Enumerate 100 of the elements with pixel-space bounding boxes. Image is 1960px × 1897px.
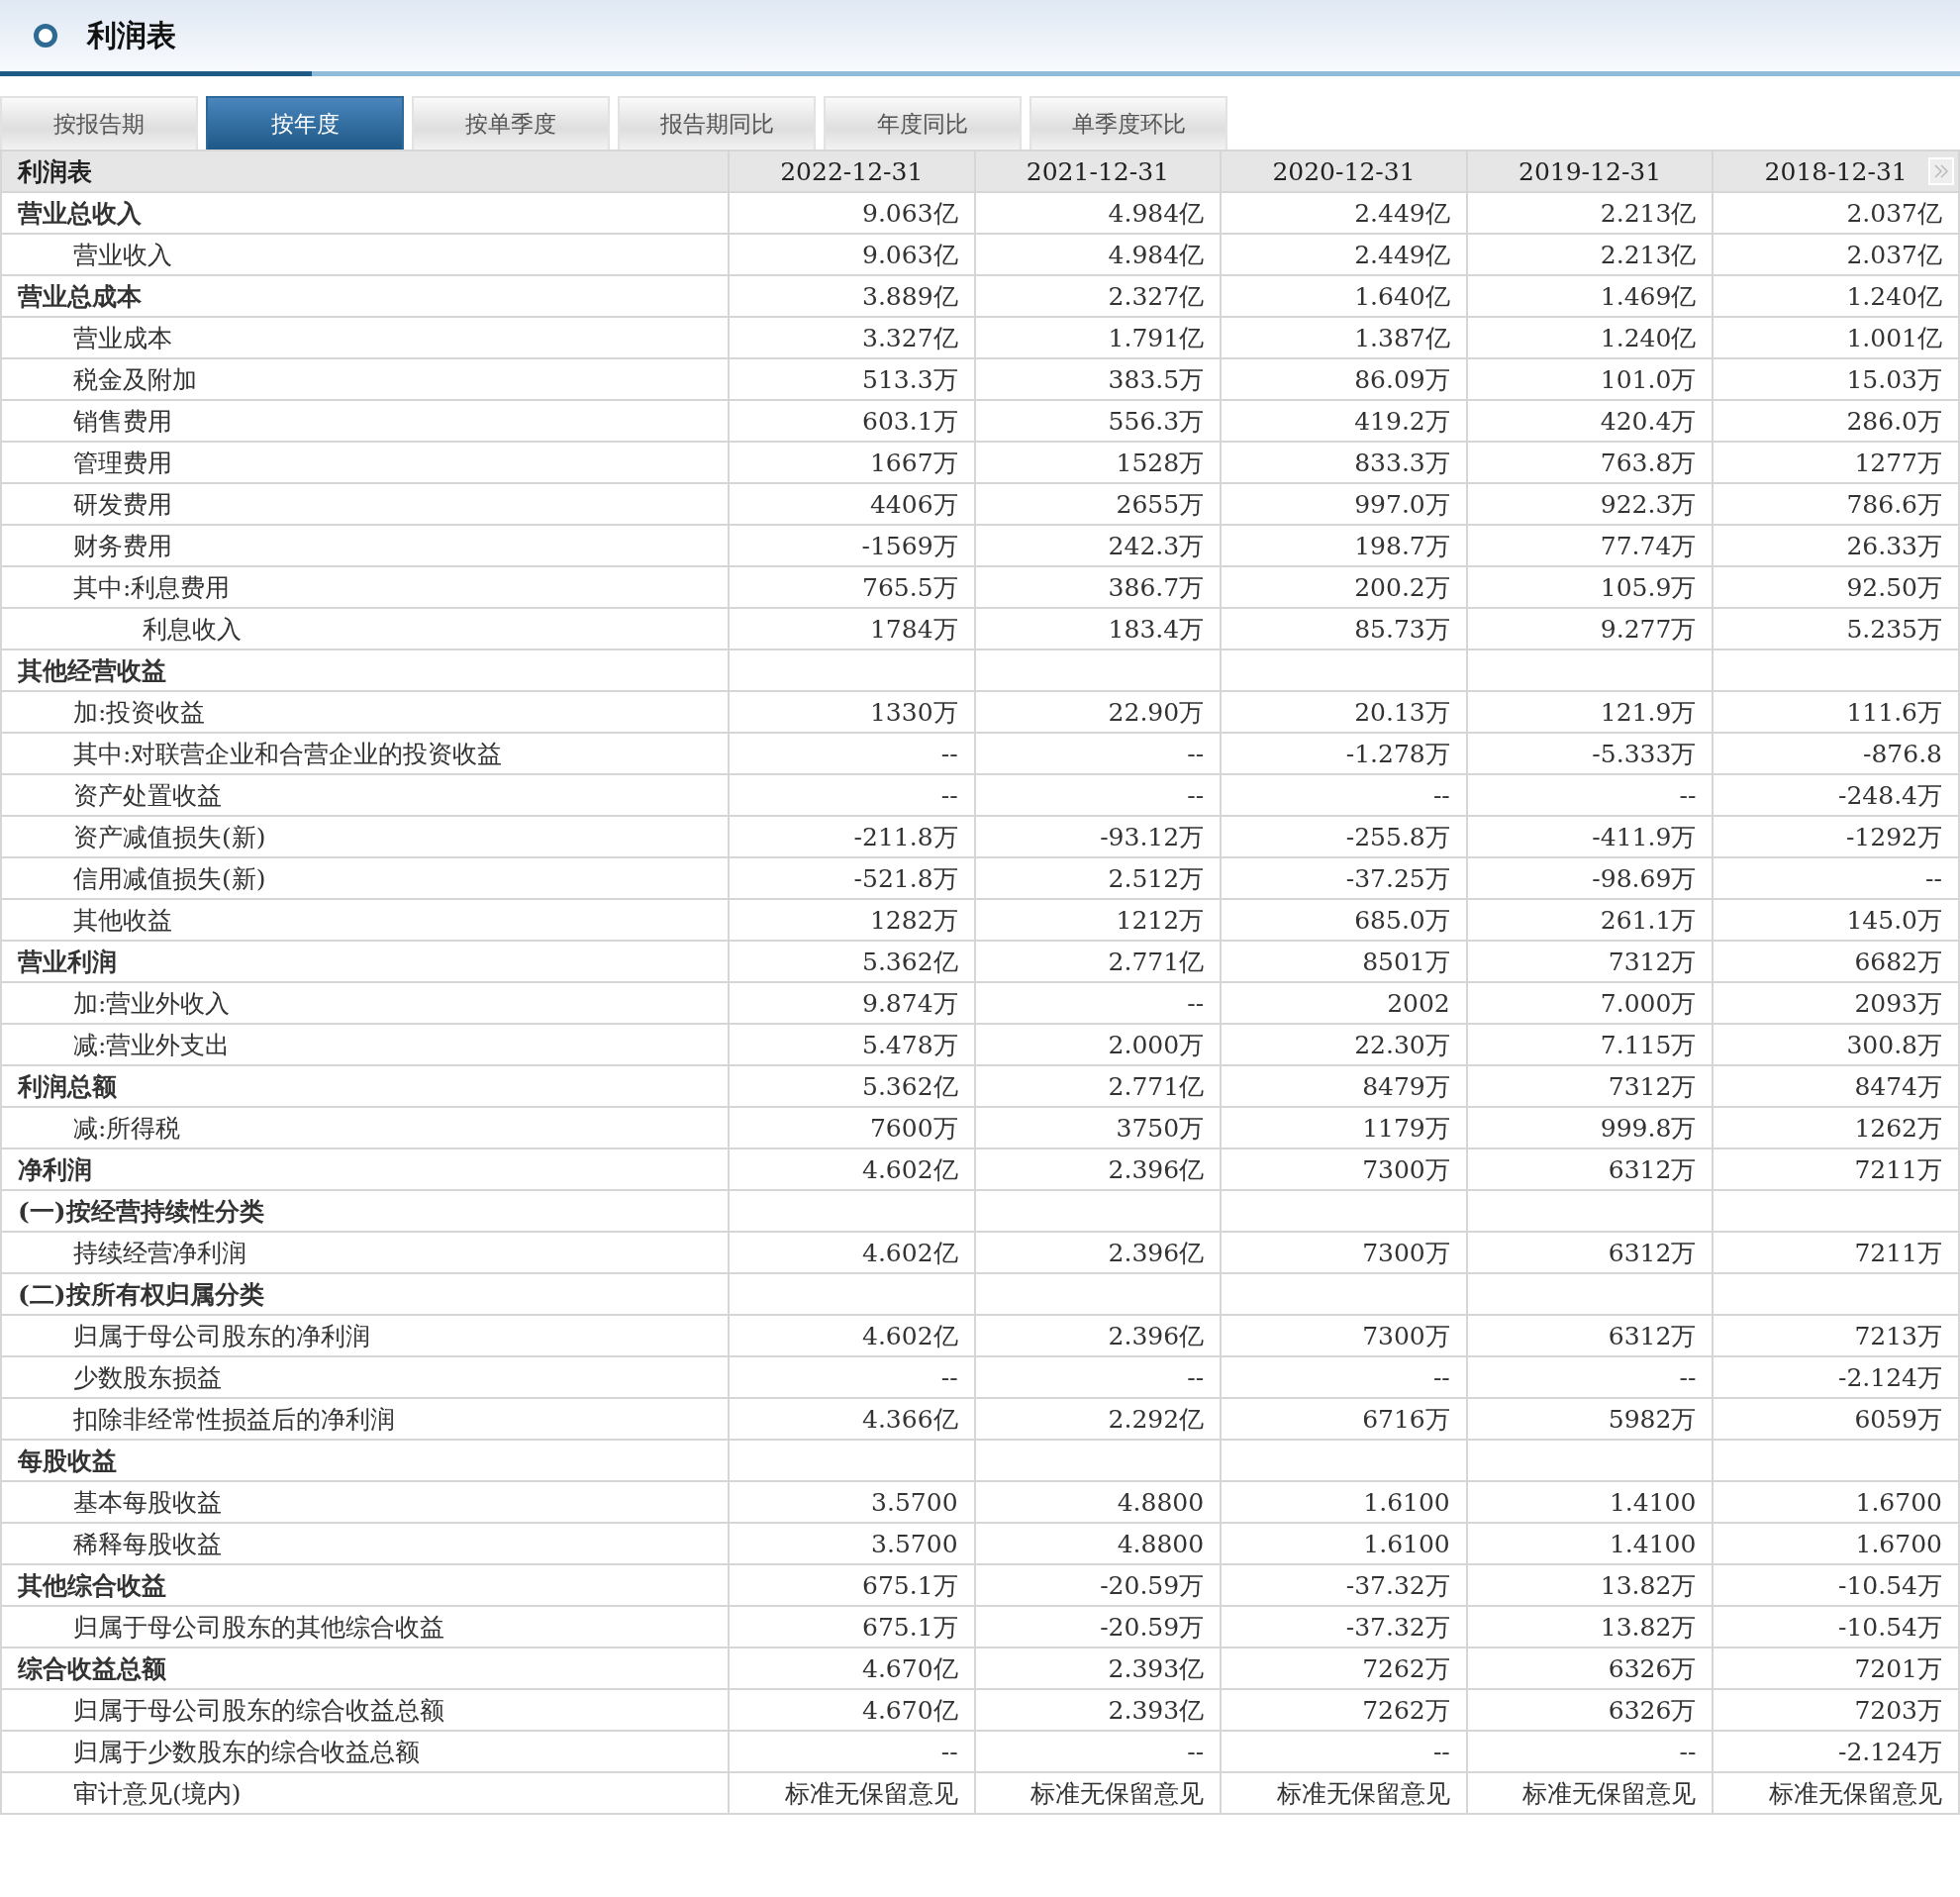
row-label: 销售费用 [1, 400, 729, 442]
row-label: 净利润 [1, 1148, 729, 1190]
table-cell: 3750万 [974, 1107, 1222, 1148]
table-cell: 2.396亿 [974, 1232, 1222, 1273]
next-page-button[interactable] [1928, 157, 1954, 185]
table-cell: 8501万 [1221, 941, 1467, 982]
table-cell: 4.602亿 [729, 1232, 975, 1273]
tab[interactable]: 年度同比 [824, 96, 1022, 150]
table-cell: 2.213亿 [1466, 234, 1714, 275]
table-cell: -- [729, 1731, 975, 1772]
tab[interactable]: 按报告期 [0, 96, 198, 150]
table-cell: 2.396亿 [974, 1148, 1222, 1190]
table-cell: 4.670亿 [729, 1689, 975, 1731]
row-label: (一)按经营持续性分类 [1, 1190, 729, 1232]
table-cell: 675.1万 [729, 1564, 975, 1606]
table-cell: 2.037亿 [1713, 234, 1959, 275]
table-cell: 7213万 [1713, 1315, 1959, 1356]
table-cell: 1277万 [1713, 442, 1959, 483]
row-label: 归属于母公司股东的净利润 [1, 1315, 729, 1356]
table-cell: 9.277万 [1466, 608, 1714, 649]
table-cell: 7201万 [1713, 1647, 1959, 1689]
tab[interactable]: 按单季度 [412, 96, 610, 150]
table-cell: 7300万 [1221, 1148, 1467, 1190]
table-cell: 1.240亿 [1466, 317, 1714, 358]
table-cell: 6326万 [1466, 1689, 1714, 1731]
row-label: 营业成本 [1, 317, 729, 358]
table-cell: 111.6万 [1713, 691, 1959, 733]
table-cell: 3.5700 [729, 1523, 975, 1564]
table-cell: 997.0万 [1221, 483, 1467, 525]
table-cell: 603.1万 [729, 400, 975, 442]
row-label: 其他收益 [1, 899, 729, 941]
column-header: 利润表 [1, 150, 729, 192]
row-label: 营业总收入 [1, 192, 729, 234]
table-cell: 198.7万 [1221, 525, 1467, 566]
row-label: 归属于母公司股东的其他综合收益 [1, 1606, 729, 1647]
table-cell: -20.59万 [974, 1564, 1222, 1606]
table-cell: 5982万 [1466, 1398, 1714, 1440]
table-cell: 300.8万 [1713, 1024, 1959, 1065]
table-cell: 9.063亿 [729, 234, 975, 275]
table-cell: 383.5万 [974, 358, 1222, 400]
table-cell: 7.000万 [1466, 982, 1714, 1024]
row-label: 营业收入 [1, 234, 729, 275]
table-cell: 2.512万 [974, 857, 1222, 899]
table-cell: 286.0万 [1713, 400, 1959, 442]
row-label: 综合收益总额 [1, 1647, 729, 1689]
table-cell: 183.4万 [974, 608, 1222, 649]
table-cell: 1.791亿 [974, 317, 1222, 358]
table-cell: -- [974, 982, 1222, 1024]
table-cell: 2.292亿 [974, 1398, 1222, 1440]
table-cell: 1330万 [729, 691, 975, 733]
row-label: 其他综合收益 [1, 1564, 729, 1606]
table-cell: 1.001亿 [1713, 317, 1959, 358]
table-cell: 242.3万 [974, 525, 1222, 566]
table-cell: -1292万 [1713, 816, 1959, 857]
tab[interactable]: 报告期同比 [618, 96, 816, 150]
tab[interactable]: 单季度环比 [1029, 96, 1227, 150]
table-cell: 922.3万 [1466, 483, 1714, 525]
table-cell: 4.8800 [974, 1481, 1222, 1523]
table-cell: -- [1713, 857, 1959, 899]
row-label: 资产减值损失(新) [1, 816, 729, 857]
table-cell: -37.32万 [1221, 1564, 1467, 1606]
table-cell: 2.393亿 [974, 1689, 1222, 1731]
row-label: 基本每股收益 [1, 1481, 729, 1523]
table-cell: 675.1万 [729, 1606, 975, 1647]
tab[interactable]: 按年度 [206, 96, 404, 150]
table-cell: 1.4100 [1466, 1523, 1714, 1564]
table-cell: 6312万 [1466, 1232, 1714, 1273]
table-cell: 4.670亿 [729, 1647, 975, 1689]
table-cell: 420.4万 [1466, 400, 1714, 442]
ring-icon [34, 24, 57, 48]
table-cell: -- [1221, 1731, 1467, 1772]
column-header: 2019-12-31 [1466, 150, 1714, 192]
table-cell: 1784万 [729, 608, 975, 649]
table-cell: 2.393亿 [974, 1647, 1222, 1689]
table-cell: 786.6万 [1713, 483, 1959, 525]
row-label: 减:所得税 [1, 1107, 729, 1148]
table-cell: 7211万 [1713, 1148, 1959, 1190]
row-label: 管理费用 [1, 442, 729, 483]
table-cell: 13.82万 [1466, 1564, 1714, 1606]
table-cell: 1.6700 [1713, 1481, 1959, 1523]
table-cell: 4.366亿 [729, 1398, 975, 1440]
table-cell: 9.063亿 [729, 192, 975, 234]
double-chevron-icon [1933, 164, 1949, 178]
table-cell: 26.33万 [1713, 525, 1959, 566]
table-cell: -2.124万 [1713, 1731, 1959, 1772]
table-cell: 2.213亿 [1466, 192, 1714, 234]
table-cell: -37.25万 [1221, 857, 1467, 899]
table-cell: 标准无保留意见 [1221, 1772, 1467, 1814]
table-cell: 1.387亿 [1221, 317, 1467, 358]
table-cell: 101.0万 [1466, 358, 1714, 400]
table-cell: 1282万 [729, 899, 975, 941]
table-cell: 1179万 [1221, 1107, 1467, 1148]
table-cell: 2.037亿 [1713, 192, 1959, 234]
table-cell: -93.12万 [974, 816, 1222, 857]
row-label: 营业总成本 [1, 275, 729, 317]
table-cell: 386.7万 [974, 566, 1222, 608]
table-cell: 6716万 [1221, 1398, 1467, 1440]
row-label: 每股收益 [1, 1440, 729, 1481]
row-label: 信用减值损失(新) [1, 857, 729, 899]
table-cell: 4.984亿 [974, 192, 1222, 234]
